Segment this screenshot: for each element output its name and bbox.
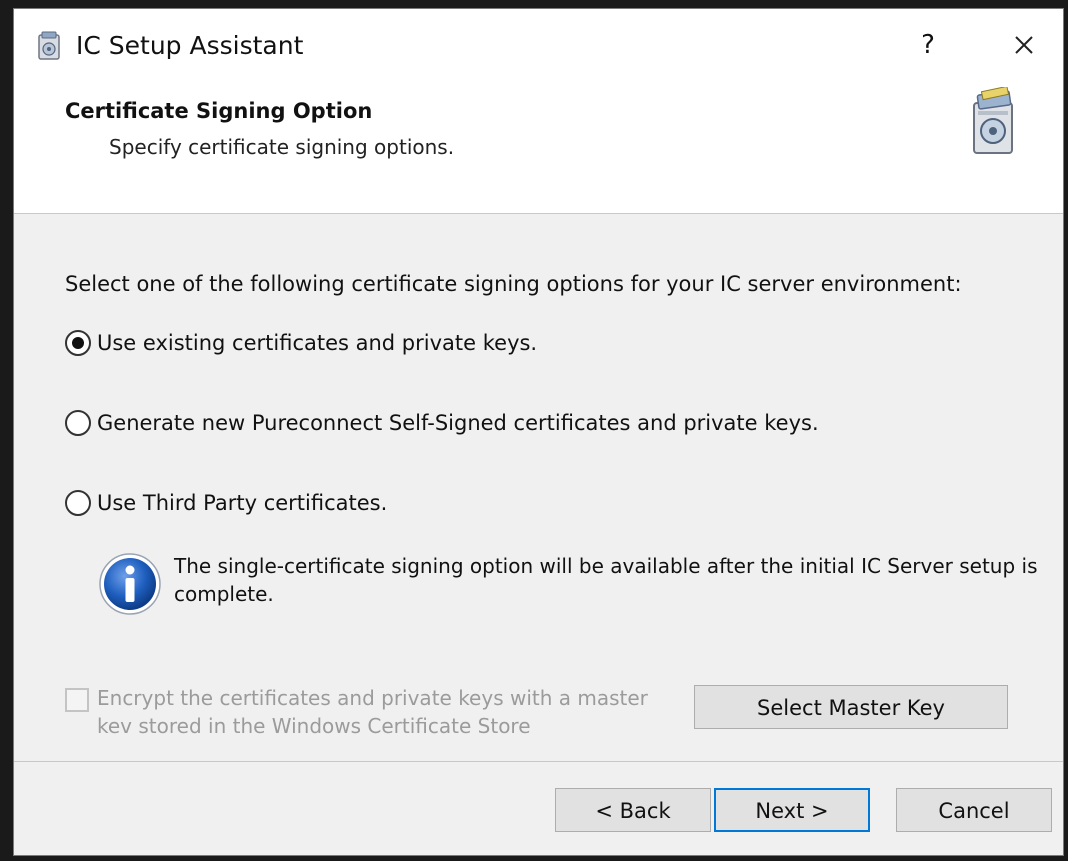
encrypt-label: Encrypt the certificates and private key…: [97, 686, 648, 738]
help-button[interactable]: ?: [908, 25, 948, 65]
footer-divider: [14, 761, 1063, 762]
title-bar: IC Setup Assistant ?: [14, 9, 1063, 85]
option-label: Use Third Party certificates.: [97, 491, 388, 515]
radio-third-party[interactable]: [65, 490, 91, 516]
setup-box-icon: [964, 85, 1022, 159]
option-use-existing[interactable]: Use existing certificates and private ke…: [65, 330, 537, 356]
option-third-party[interactable]: Use Third Party certificates.: [65, 490, 387, 516]
radio-use-existing[interactable]: [65, 330, 91, 356]
setup-icon: [36, 31, 64, 61]
setup-dialog: IC Setup Assistant ? Certificate Signing…: [13, 8, 1064, 856]
window-title: IC Setup Assistant: [76, 31, 304, 60]
encrypt-option: Encrypt the certificates and private key…: [65, 684, 657, 740]
option-label: Generate new Pureconnect Self-Signed cer…: [97, 411, 819, 435]
back-button[interactable]: < Back: [555, 788, 711, 832]
radio-generate-self-signed[interactable]: [65, 410, 91, 436]
encrypt-checkbox: [65, 688, 89, 712]
page-title: Certificate Signing Option: [65, 99, 373, 123]
info-icon: [98, 552, 162, 616]
close-icon: [1015, 36, 1033, 54]
wizard-header: Certificate Signing Option Specify certi…: [14, 85, 1063, 214]
info-message: The single-certificate signing option wi…: [174, 554, 1038, 606]
page-subtitle: Specify certificate signing options.: [109, 135, 455, 159]
wizard-content: Select one of the following certificate …: [14, 214, 1063, 762]
select-master-key-button[interactable]: Select Master Key: [694, 685, 1008, 729]
instruction-text: Select one of the following certificate …: [65, 272, 962, 296]
option-generate-self-signed[interactable]: Generate new Pureconnect Self-Signed cer…: [65, 410, 819, 436]
next-button[interactable]: Next >: [714, 788, 870, 832]
option-label: Use existing certificates and private ke…: [97, 331, 538, 355]
cancel-button[interactable]: Cancel: [896, 788, 1052, 832]
close-button[interactable]: [1002, 25, 1046, 65]
